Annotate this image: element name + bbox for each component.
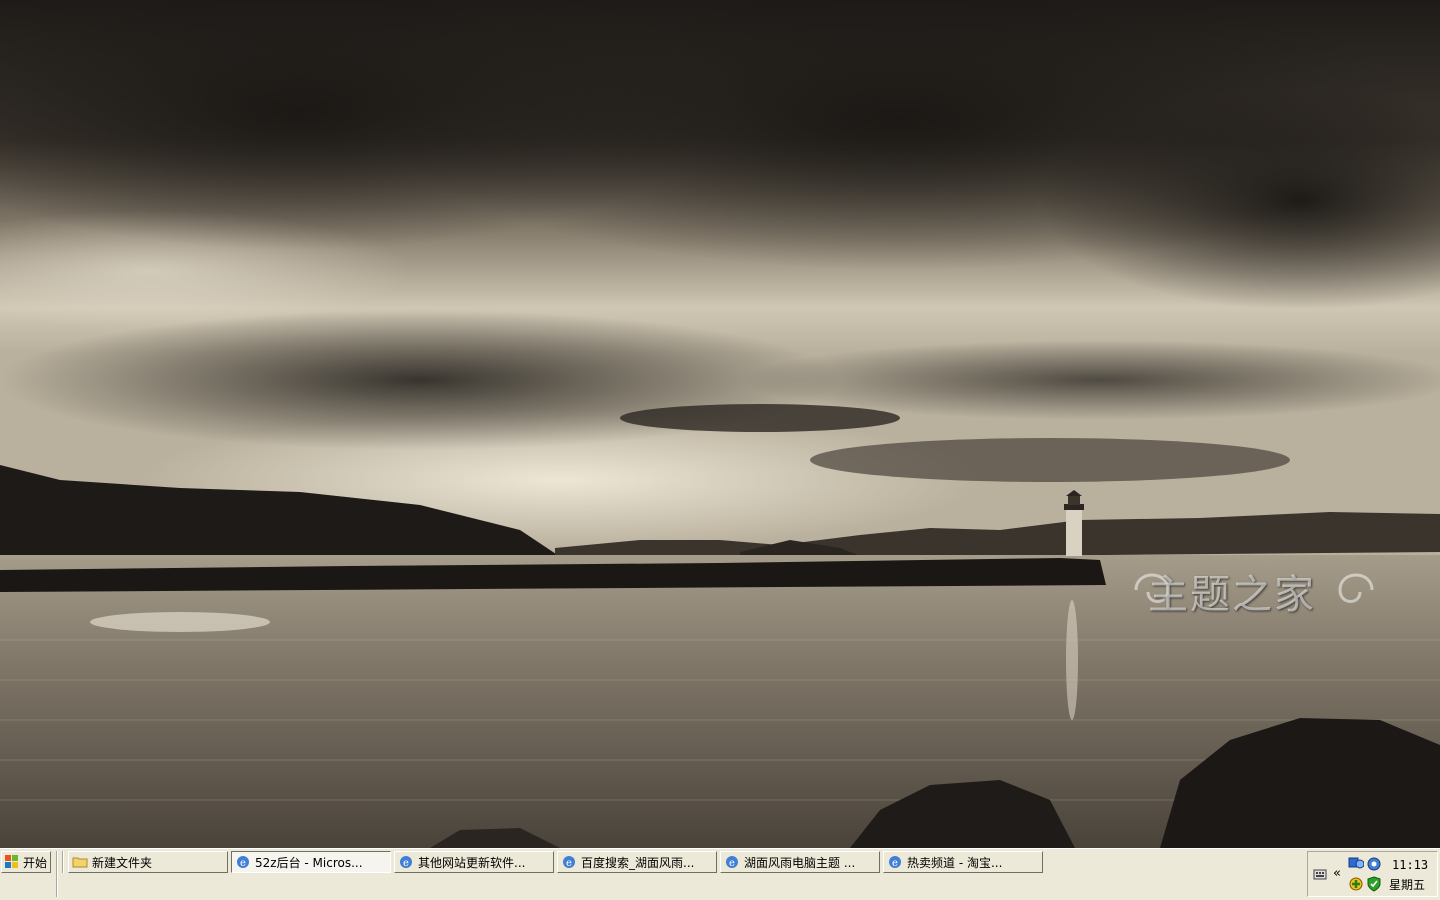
- watermark-text: 主题之家: [1148, 572, 1316, 618]
- ie-icon: e: [563, 856, 575, 869]
- svg-text:e: e: [566, 858, 572, 869]
- taskbar-separator: [56, 851, 58, 897]
- taskbar-grip[interactable]: [62, 851, 64, 873]
- task-button-ie-5[interactable]: e 热卖频道 - 淘宝...: [883, 851, 1043, 873]
- folder-icon: [72, 857, 88, 868]
- task-label: 热卖频道 - 淘宝...: [907, 855, 1003, 870]
- start-label: 开始: [23, 855, 48, 870]
- ie-icon: e: [237, 856, 249, 869]
- task-button-ie-1[interactable]: e 52z后台 - Micros...: [231, 851, 391, 873]
- ie-icon: e: [400, 856, 412, 869]
- svg-text:e: e: [729, 858, 735, 869]
- svg-text:e: e: [403, 858, 409, 869]
- svg-text:e: e: [240, 858, 246, 869]
- task-label: 百度搜索_湖面风雨...: [581, 855, 695, 870]
- task-button-ie-2[interactable]: e 其他网站更新软件...: [394, 851, 554, 873]
- wallpaper-image: [0, 0, 1440, 848]
- task-label: 52z后台 - Micros...: [255, 855, 363, 870]
- task-button-folder[interactable]: 新建文件夹: [68, 851, 228, 873]
- svg-text:e: e: [892, 858, 898, 869]
- taskbar: 开始 新建文件夹 e 52z后台 - Micros... e 其他网站更新软件.…: [0, 848, 1440, 900]
- windows-logo-icon: [5, 855, 18, 868]
- ie-icon: e: [726, 856, 738, 869]
- network-icon[interactable]: [1348, 856, 1364, 872]
- tray-expand-chevron[interactable]: «: [1333, 866, 1341, 881]
- security-shield-icon[interactable]: [1366, 876, 1382, 892]
- clock-day: 星期五: [1389, 878, 1426, 892]
- update-shield-icon[interactable]: [1348, 876, 1364, 892]
- ie-icon: e: [889, 856, 901, 869]
- keyboard-icon[interactable]: [1312, 866, 1328, 882]
- task-label: 其他网站更新软件...: [418, 855, 526, 870]
- task-label: 湖面风雨电脑主题 ...: [744, 855, 856, 870]
- clock-time[interactable]: 11:13: [1392, 858, 1428, 872]
- task-button-ie-4[interactable]: e 湖面风雨电脑主题 ...: [720, 851, 880, 873]
- update-icon[interactable]: [1366, 856, 1382, 872]
- task-button-ie-3[interactable]: e 百度搜索_湖面风雨...: [557, 851, 717, 873]
- desktop-wallpaper: 主题之家: [0, 0, 1440, 848]
- start-button[interactable]: 开始: [1, 851, 51, 873]
- task-label: 新建文件夹: [92, 855, 153, 870]
